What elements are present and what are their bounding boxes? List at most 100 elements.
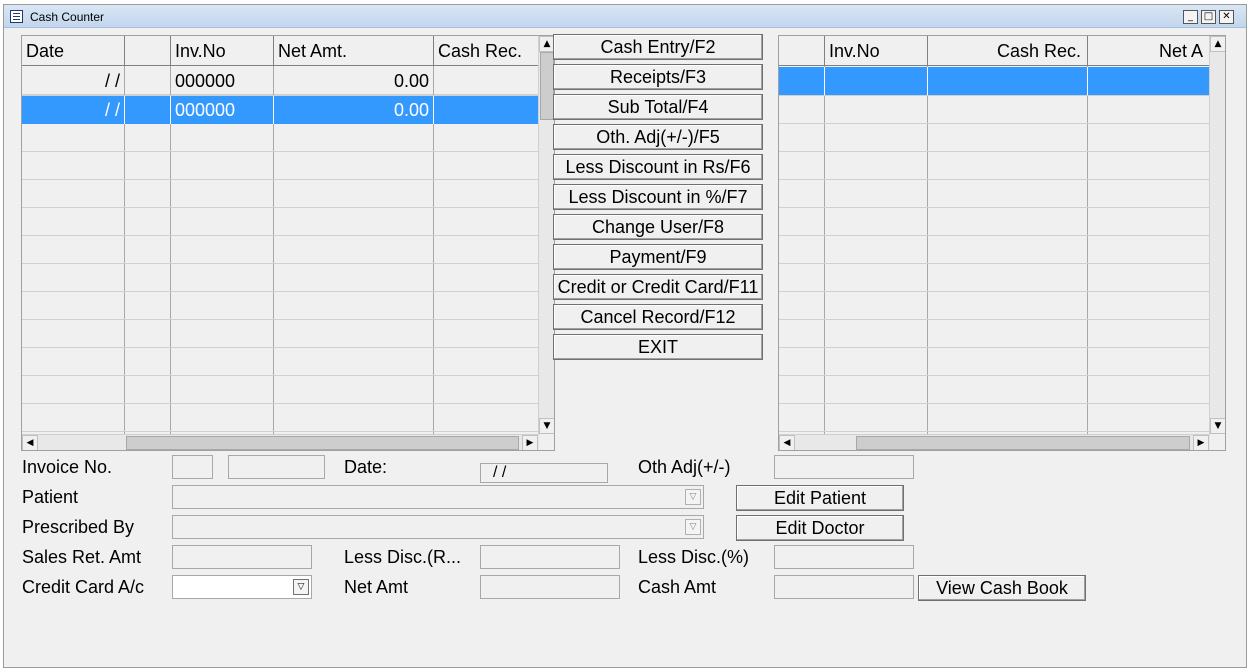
invoice-no-field[interactable] — [228, 455, 325, 479]
less-disc-pct-field[interactable] — [774, 545, 914, 569]
chevron-down-icon[interactable]: ▽ — [293, 579, 309, 595]
col-header-blank[interactable] — [125, 36, 171, 66]
cash-grid[interactable]: Inv.No Cash Rec. Net A ▲ ▼ ◀ ▶ — [778, 35, 1226, 451]
grid-row-line — [779, 123, 1209, 124]
view-cash-book-button[interactable]: View Cash Book — [918, 575, 1086, 601]
table-row-selected[interactable] — [779, 67, 1210, 95]
grid-row-line — [779, 179, 1209, 180]
scroll-up-arrow-icon[interactable]: ▲ — [1210, 36, 1225, 52]
less-disc-rs-field[interactable] — [480, 545, 620, 569]
cell-inv-no[interactable]: 000000 — [171, 67, 274, 95]
grid-row-line — [779, 291, 1209, 292]
grid-row-line — [22, 263, 538, 264]
oth-adj-field[interactable] — [774, 455, 914, 479]
cell-net-amt[interactable] — [1088, 67, 1210, 95]
grid-row-line — [779, 151, 1209, 152]
col-header-cash-rec[interactable]: Cash Rec. — [434, 36, 539, 66]
cash-amt-field[interactable] — [774, 575, 914, 599]
edit-doctor-button[interactable]: Edit Doctor — [736, 515, 904, 541]
cell-net-amt[interactable]: 0.00 — [274, 96, 434, 124]
col-header-date[interactable]: Date — [22, 36, 125, 66]
grid-row-line — [779, 347, 1209, 348]
cell-blank[interactable] — [779, 67, 825, 95]
cell-date[interactable]: / / — [22, 67, 125, 95]
col-header-cash-rec[interactable]: Cash Rec. — [928, 36, 1088, 66]
invoice-no-label: Invoice No. — [22, 457, 113, 477]
cash-entry-button[interactable]: Cash Entry/F2 — [553, 34, 763, 60]
cell-cash-rec[interactable] — [928, 67, 1088, 95]
oth-adj-button[interactable]: Oth. Adj(+/-)/F5 — [553, 124, 763, 150]
grid-row-line — [779, 235, 1209, 236]
scroll-left-arrow-icon[interactable]: ◀ — [22, 435, 38, 450]
sub-total-button[interactable]: Sub Total/F4 — [553, 94, 763, 120]
grid-row-line — [779, 431, 1209, 432]
chevron-down-icon[interactable]: ▽ — [685, 489, 701, 505]
cell-inv-no[interactable]: 000000 — [171, 96, 274, 124]
grid-row-line — [779, 375, 1209, 376]
scroll-right-arrow-icon[interactable]: ▶ — [1193, 435, 1209, 450]
less-disc-pct-label: Less Disc.(%) — [638, 547, 750, 567]
date-label: Date: — [344, 457, 388, 477]
grid-row-line — [779, 207, 1209, 208]
grid-row-line — [779, 263, 1209, 264]
left-grid-hscroll[interactable]: ◀ ▶ — [22, 434, 539, 450]
date-field[interactable]: / / — [480, 463, 608, 483]
scroll-down-arrow-icon[interactable]: ▼ — [1210, 418, 1225, 434]
change-user-button[interactable]: Change User/F8 — [553, 214, 763, 240]
table-row-selected[interactable]: / / 000000 0.00 — [22, 96, 539, 124]
table-row[interactable]: / / 000000 0.00 — [22, 67, 539, 95]
scroll-thumb[interactable] — [126, 436, 519, 450]
col-header-blank[interactable] — [779, 36, 825, 66]
invoice-prefix-field[interactable] — [172, 455, 213, 479]
invoice-grid[interactable]: Date Inv.No Net Amt. Cash Rec. / / 00000… — [21, 35, 555, 451]
cell-inv-no[interactable] — [825, 67, 928, 95]
scroll-thumb[interactable] — [540, 52, 554, 120]
col-header-inv-no[interactable]: Inv.No — [825, 36, 928, 66]
less-discount-rs-button[interactable]: Less Discount in Rs/F6 — [553, 154, 763, 180]
minimize-button[interactable]: _ — [1183, 10, 1198, 24]
window-menu-icon[interactable] — [10, 10, 23, 23]
cell-blank[interactable] — [125, 67, 171, 95]
col-header-inv-no[interactable]: Inv.No — [171, 36, 274, 66]
edit-patient-button[interactable]: Edit Patient — [736, 485, 904, 511]
receipts-button[interactable]: Receipts/F3 — [553, 64, 763, 90]
right-grid-hscroll[interactable]: ◀ ▶ — [779, 434, 1210, 450]
maximize-button[interactable]: □ — [1201, 10, 1216, 24]
scroll-down-arrow-icon[interactable]: ▼ — [539, 418, 554, 434]
scroll-thumb[interactable] — [856, 436, 1190, 450]
cell-cash-rec[interactable] — [434, 96, 539, 124]
prescribed-by-select[interactable]: ▽ — [172, 515, 704, 539]
payment-button[interactable]: Payment/F9 — [553, 244, 763, 270]
prescribed-by-label: Prescribed By — [22, 517, 135, 537]
credit-card-button[interactable]: Credit or Credit Card/F11 — [553, 274, 763, 300]
cell-cash-rec[interactable] — [434, 67, 539, 95]
patient-select[interactable]: ▽ — [172, 485, 704, 509]
grid-row-line — [22, 347, 538, 348]
grid-row-line — [779, 403, 1209, 404]
grid-row-line — [22, 291, 538, 292]
less-disc-rs-label: Less Disc.(R... — [344, 547, 462, 567]
close-button[interactable]: ✕ — [1219, 10, 1234, 24]
credit-card-ac-select[interactable]: ▽ — [172, 575, 312, 599]
grid-line — [1087, 66, 1088, 434]
cell-net-amt[interactable]: 0.00 — [274, 67, 434, 95]
scroll-left-arrow-icon[interactable]: ◀ — [779, 435, 795, 450]
chevron-down-icon[interactable]: ▽ — [685, 519, 701, 535]
col-header-net-amt[interactable]: Net A — [1088, 36, 1210, 66]
grid-row-line — [779, 319, 1209, 320]
grid-line — [927, 66, 928, 434]
col-header-net-amt[interactable]: Net Amt. — [274, 36, 434, 66]
cash-counter-window: Cash Counter _ □ ✕ Date Inv.No Net Amt. … — [3, 4, 1247, 668]
scroll-right-arrow-icon[interactable]: ▶ — [522, 435, 538, 450]
less-discount-pct-button[interactable]: Less Discount in %/F7 — [553, 184, 763, 210]
net-amt-field[interactable] — [480, 575, 620, 599]
grid-row-line — [22, 235, 538, 236]
exit-button[interactable]: EXIT — [553, 334, 763, 360]
cell-blank[interactable] — [125, 96, 171, 124]
sales-ret-amt-field[interactable] — [172, 545, 312, 569]
grid-line — [824, 66, 825, 434]
right-grid-vscroll[interactable]: ▲ ▼ — [1209, 36, 1225, 434]
grid-row-line — [22, 431, 538, 432]
cell-date[interactable]: / / — [22, 96, 125, 124]
cancel-record-button[interactable]: Cancel Record/F12 — [553, 304, 763, 330]
